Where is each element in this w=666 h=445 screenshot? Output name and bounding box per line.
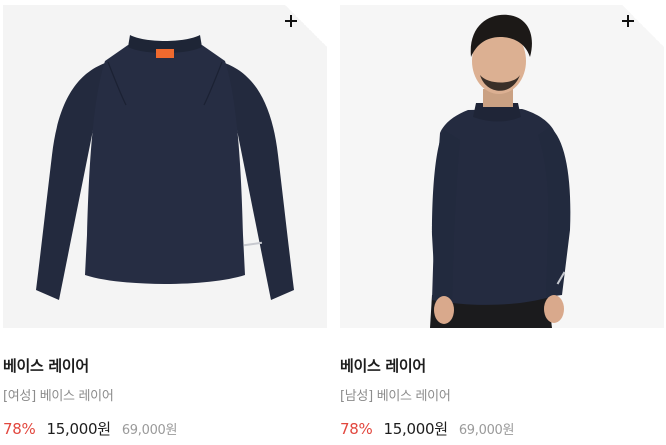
product-card[interactable]: 베이스 레이어 [여성] 베이스 레이어 78% 15,000원 69,000원 [3, 5, 327, 438]
discount-rate: 78% [340, 420, 373, 438]
product-card[interactable]: 베이스 레이어 [남성] 베이스 레이어 78% 15,000원 69,000원 [340, 5, 664, 438]
price-row: 78% 15,000원 69,000원 [340, 418, 514, 439]
sale-price: 15,000원 [46, 420, 111, 438]
product-name[interactable]: 베이스 레이어 [340, 355, 426, 376]
add-to-cart-button[interactable] [285, 5, 327, 47]
product-subtitle: [남성] 베이스 레이어 [340, 389, 451, 404]
model-photo [430, 14, 571, 328]
product-image[interactable] [340, 5, 664, 328]
plus-icon [285, 15, 297, 27]
product-image[interactable] [3, 5, 327, 328]
shirt-icon [36, 35, 294, 300]
sale-price: 15,000원 [383, 420, 448, 438]
original-price: 69,000원 [121, 423, 178, 438]
product-name[interactable]: 베이스 레이어 [3, 355, 89, 376]
price-row: 78% 15,000원 69,000원 [3, 418, 177, 439]
original-price: 69,000원 [458, 423, 515, 438]
add-to-cart-button[interactable] [622, 5, 664, 47]
plus-icon [622, 15, 634, 27]
discount-rate: 78% [3, 420, 36, 438]
product-subtitle: [여성] 베이스 레이어 [3, 389, 114, 404]
